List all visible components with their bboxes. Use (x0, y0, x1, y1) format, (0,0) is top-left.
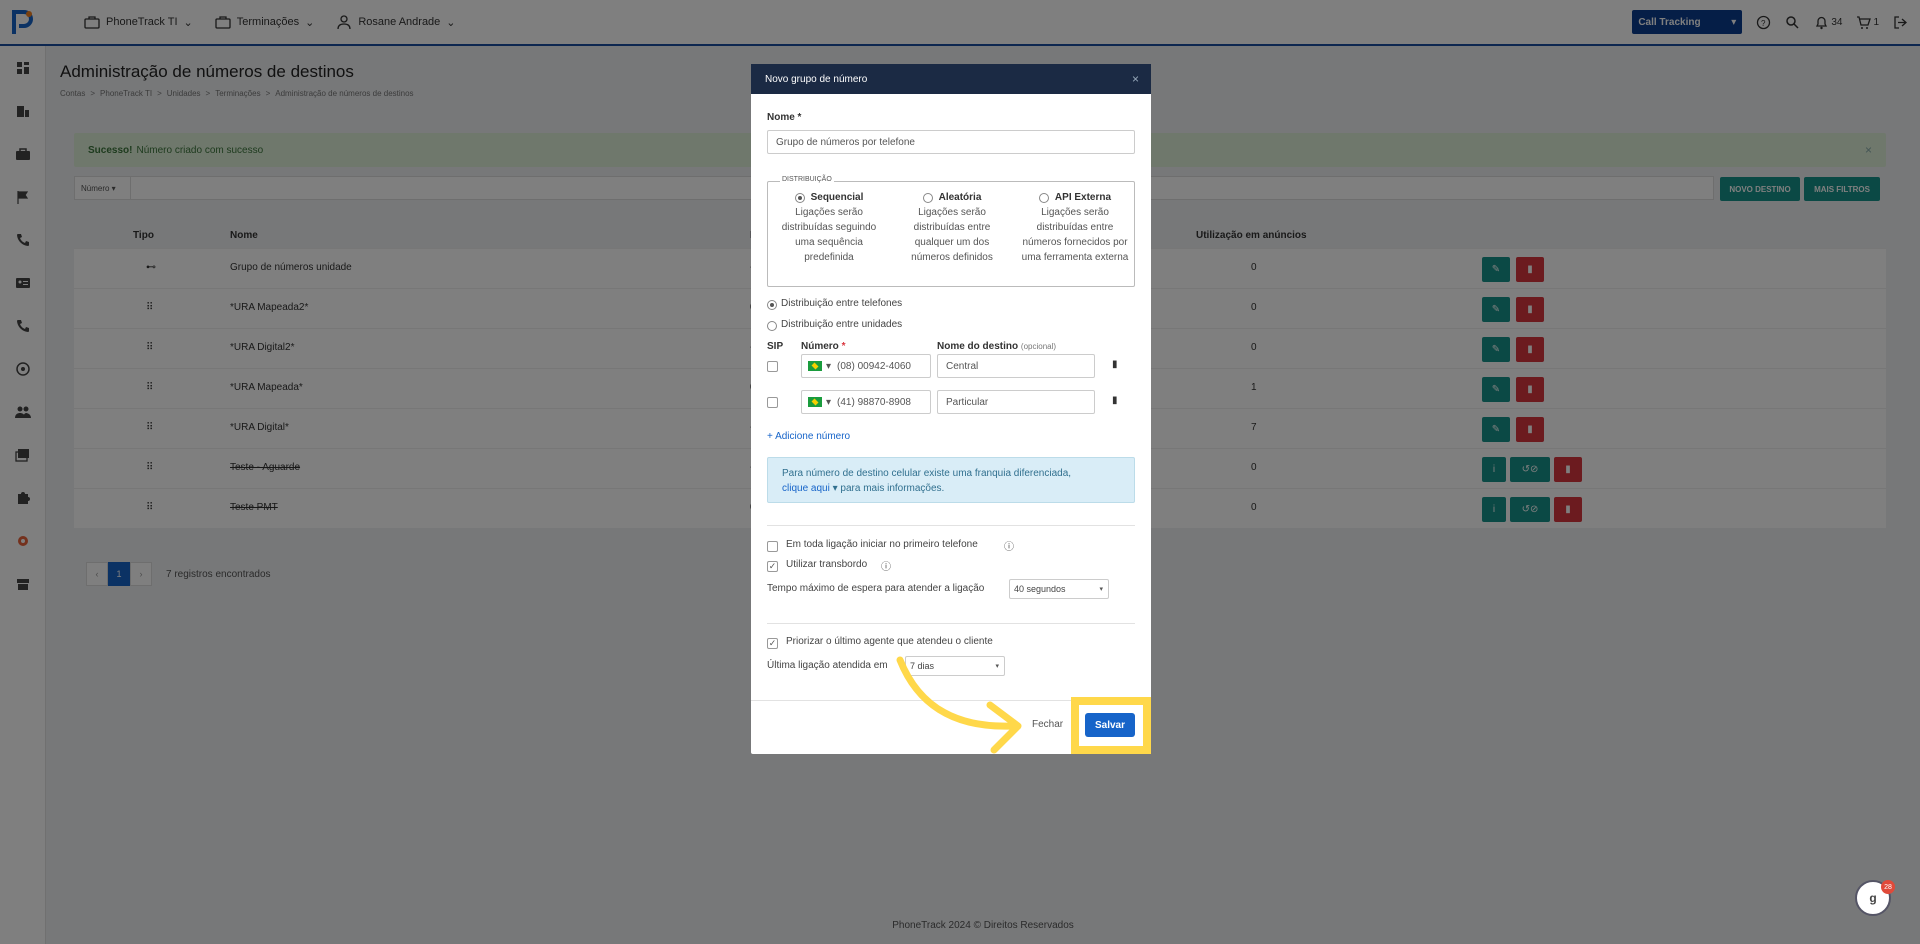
caret-down-icon: ▾ (832, 483, 838, 494)
brazil-flag-icon (808, 397, 822, 407)
info-text-1: Para número de destino celular existe um… (782, 468, 1072, 479)
col-dest-text: Nome do destino (937, 341, 1019, 352)
dist-units-label: Distribuição entre unidades (781, 319, 903, 330)
distribution-legend: DISTRIBUIÇÃO (780, 176, 834, 183)
first-phone-checkbox[interactable] (767, 541, 778, 552)
col-number-text: Número (801, 341, 839, 352)
last-agent-checkbox[interactable]: ✓ (767, 638, 778, 649)
dist-phones-label: Distribuição entre telefones (781, 298, 903, 309)
distribution-option-title: Aleatória (938, 192, 982, 203)
info-box: Para número de destino celular existe um… (767, 457, 1135, 503)
sip-checkbox[interactable] (767, 397, 778, 408)
tutorial-arrow-icon (896, 656, 1022, 754)
radio-api[interactable] (1038, 192, 1049, 203)
remove-number-icon[interactable]: ▮ (1112, 359, 1118, 370)
radio-dist-units[interactable] (767, 321, 777, 331)
destination-name-input[interactable]: Central (937, 354, 1095, 378)
wait-time-select[interactable]: 40 segundos ▾ (1009, 579, 1109, 599)
distribution-option-desc: Ligações serão distribuídas seguindo uma… (781, 207, 877, 263)
col-sip-label: SIP (767, 341, 784, 352)
caret-down-icon: ▾ (1099, 586, 1103, 593)
helper-badge: 28 (1881, 880, 1895, 894)
close-modal-button[interactable]: Fechar (1032, 719, 1063, 730)
radio-random[interactable] (922, 192, 933, 203)
first-phone-label: Em toda ligação iniciar no primeiro tele… (786, 539, 978, 550)
info-click-here-link[interactable]: clique aqui (782, 483, 830, 494)
phone-input[interactable]: ▾ (41) 98870-8908 (801, 390, 931, 414)
helper-label: g (1869, 891, 1877, 905)
distribution-option-title: API Externa (1054, 192, 1112, 203)
add-number-link[interactable]: + Adicione número (767, 431, 850, 442)
sip-checkbox[interactable] (767, 361, 778, 372)
brazil-flag-icon (808, 361, 822, 371)
optional-marker: (opcional) (1020, 342, 1057, 351)
col-dest-label: Nome do destino (opcional) (937, 341, 1056, 352)
distribution-option-sequential[interactable]: Sequencial Ligações serão distribuídas s… (774, 190, 884, 265)
help-icon[interactable]: ⓘ (881, 558, 891, 573)
last-call-label: Última ligação atendida em (767, 660, 888, 671)
distribution-option-title: Sequencial (810, 192, 864, 203)
modal-close-icon[interactable]: × (1132, 72, 1139, 86)
wait-time-label: Tempo máximo de espera para atender a li… (767, 583, 985, 594)
help-icon[interactable]: ⓘ (1004, 538, 1014, 553)
divider (767, 623, 1135, 624)
destination-name-input[interactable]: Particular (937, 390, 1095, 414)
distribution-option-random[interactable]: Aleatória Ligações serão distribuídas en… (897, 190, 1007, 265)
phone-input[interactable]: ▾ (08) 00942-4060 (801, 354, 931, 378)
divider (767, 525, 1135, 526)
modal-title: Novo grupo de número (765, 73, 868, 85)
required-marker: * (841, 341, 846, 352)
distribution-option-api[interactable]: API Externa Ligações serão distribuídas … (1020, 190, 1130, 265)
overflow-label: Utilizar transbordo (786, 559, 868, 570)
distribution-option-desc: Ligações serão distribuídas entre qualqu… (911, 207, 993, 263)
name-label: Nome * (767, 112, 802, 123)
remove-number-icon[interactable]: ▮ (1112, 395, 1118, 406)
distribution-fieldset: DISTRIBUIÇÃO Sequencial Ligações serão d… (767, 176, 1135, 287)
phone-value: (08) 00942-4060 (837, 360, 911, 372)
country-caret-icon: ▾ (826, 360, 832, 372)
info-text-2: para mais informações. (840, 483, 945, 494)
save-button[interactable]: Salvar (1085, 713, 1135, 737)
radio-sequential[interactable] (794, 192, 805, 203)
country-caret-icon: ▾ (826, 396, 832, 408)
overflow-checkbox[interactable]: ✓ (767, 561, 778, 572)
radio-dist-phones[interactable] (767, 300, 777, 310)
modal-header: Novo grupo de número × (751, 64, 1151, 94)
col-number-label: Número * (801, 341, 845, 352)
phone-value: (41) 98870-8908 (837, 396, 911, 408)
last-agent-label: Priorizar o último agente que atendeu o … (786, 636, 993, 647)
group-name-input[interactable]: Grupo de números por telefone (767, 130, 1135, 154)
wait-time-value: 40 segundos (1014, 584, 1066, 594)
distribution-option-desc: Ligações serão distribuídas entre número… (1021, 207, 1129, 263)
